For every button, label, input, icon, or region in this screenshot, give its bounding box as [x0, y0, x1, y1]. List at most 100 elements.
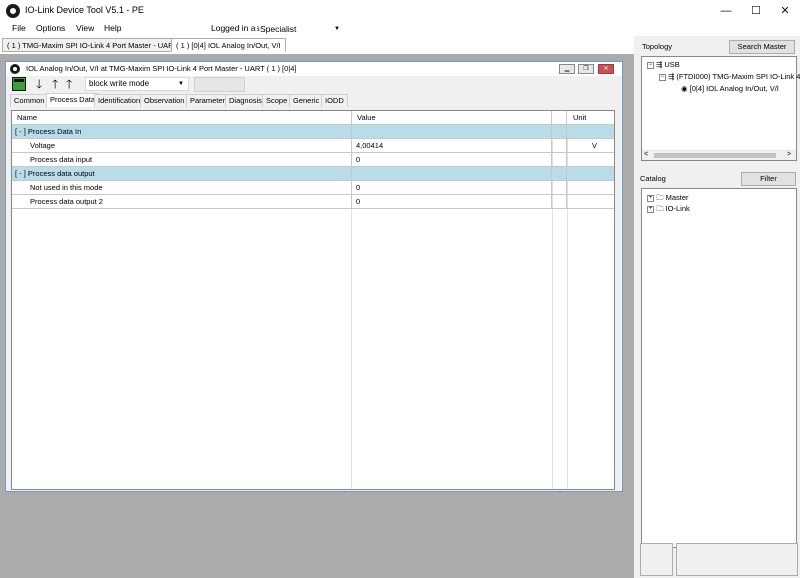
tab-process-data[interactable]: Process Data: [46, 93, 100, 107]
bottom-right-pane: [676, 543, 798, 576]
cell-unit: [567, 153, 614, 166]
scrollbar-thumb[interactable]: [654, 153, 776, 158]
group-row[interactable]: [ - ] Process Data In: [12, 125, 614, 139]
title-bar: IO-Link Device Tool V5.1 - PE — ☐ ✕: [0, 0, 800, 22]
grid-header: Name Value Unit: [12, 111, 614, 125]
tree-node-usb[interactable]: − ⇶ USB: [647, 60, 680, 69]
device-window-title: IOL Analog In/Out, V/I at TMG-Maxim SPI …: [26, 64, 297, 73]
catalog-label: Catalog: [640, 174, 666, 183]
column-header-spacer: [552, 111, 567, 124]
device-icon: ◉: [681, 84, 688, 93]
tree-node-master[interactable]: − ⇶ (FTDI000) TMG-Maxim SPI IO-Link 4: [659, 72, 800, 81]
expand-icon[interactable]: +: [647, 194, 654, 202]
scroll-left-icon[interactable]: <: [644, 151, 648, 158]
collapse-icon[interactable]: −: [659, 73, 666, 81]
tab-observation[interactable]: Observation: [140, 94, 189, 107]
cell-unit: [567, 167, 614, 180]
menu-view[interactable]: View: [76, 23, 94, 33]
write-mode-select[interactable]: block write mode ▼: [85, 77, 189, 91]
cell-spacer: [552, 139, 567, 152]
doc-tab-device[interactable]: ( 1 ) [0|4] IOL Analog In/Out, V/I: [171, 38, 286, 52]
horizontal-scrollbar[interactable]: < >: [642, 150, 796, 160]
table-row: Not used in this mode 0: [12, 181, 614, 195]
catalog-node-iolink[interactable]: + 🗀 IO-Link: [647, 203, 690, 216]
tree-node-label: IO-Link: [665, 204, 690, 213]
child-close-button[interactable]: ✕: [598, 64, 614, 74]
tree-node-label: (FTDI000) TMG-Maxim SPI IO-Link 4: [676, 72, 800, 81]
cell-spacer: [552, 153, 567, 166]
usb-icon: ⇶: [656, 60, 663, 69]
catalog-tree: + 🗀 Master + 🗀 IO-Link: [641, 188, 797, 548]
menu-options[interactable]: Options: [36, 23, 65, 33]
tab-identification[interactable]: Identification: [94, 94, 145, 107]
tree-node-label: USB: [664, 60, 680, 69]
cell-spacer: [552, 125, 567, 138]
topology-tree: − ⇶ USB − ⇶ (FTDI000) TMG-Maxim SPI IO-Lin…: [641, 56, 800, 161]
device-window: IOL Analog In/Out, V/I at TMG-Maxim SPI …: [5, 61, 623, 492]
collapse-icon[interactable]: −: [647, 61, 654, 69]
toolbar-blank-field: [194, 77, 245, 92]
child-minimize-button[interactable]: ▁: [559, 64, 575, 74]
topology-label: Topology: [642, 42, 673, 51]
table-row: Process data input 0: [12, 153, 614, 167]
column-header-unit[interactable]: Unit: [567, 111, 614, 124]
tab-scope[interactable]: Scope: [262, 94, 292, 107]
tab-parameter[interactable]: Parameter: [186, 94, 230, 107]
minimize-button[interactable]: —: [711, 0, 741, 22]
group-row[interactable]: [ - ] Process data output: [12, 167, 614, 181]
write-mode-value: block write mode: [89, 79, 150, 88]
doc-tab-master[interactable]: ( 1 ) TMG-Maxim SPI IO-Link 4 Port Maste…: [2, 38, 183, 52]
cell-spacer: [552, 181, 567, 194]
group-label[interactable]: [ - ] Process Data In: [12, 125, 352, 138]
cell-name: Not used in this mode: [12, 181, 352, 194]
column-header-value[interactable]: Value: [352, 111, 552, 124]
cell-name: Process data input: [12, 153, 352, 166]
tab-diagnosis[interactable]: Diagnosis: [225, 94, 266, 107]
login-value: Specialist: [260, 24, 297, 34]
maximize-button[interactable]: ☐: [741, 0, 771, 22]
tree-node-label: Master: [665, 193, 689, 202]
menu-file[interactable]: File: [12, 23, 26, 33]
filter-button[interactable]: Filter: [741, 172, 796, 186]
tab-iodd[interactable]: IODD: [321, 94, 348, 107]
tab-generic[interactable]: Generic: [289, 94, 324, 107]
cell-value: [352, 125, 552, 138]
device-icon: [10, 64, 20, 74]
tab-common[interactable]: Common: [10, 94, 49, 107]
bottom-left-pane: [640, 543, 673, 576]
usb-icon: ⇶: [668, 72, 675, 81]
login-select[interactable]: Specialist ▼: [256, 22, 344, 36]
chevron-down-icon: ▼: [334, 26, 340, 32]
device-toolbar: 🡓 🡑 🡑 block write mode ▼: [6, 76, 622, 94]
login-label: Logged in as: [211, 23, 260, 33]
cell-name: Voltage: [12, 139, 352, 152]
write-all-icon[interactable]: 🡑: [66, 77, 72, 91]
cell-value[interactable]: 4,00414: [352, 139, 552, 152]
tree-node-label: [0|4] IOL Analog In/Out, V/I: [689, 84, 779, 93]
menu-help[interactable]: Help: [104, 23, 121, 33]
cell-value[interactable]: 0: [352, 153, 552, 166]
cell-unit: V: [592, 141, 598, 150]
column-header-name[interactable]: Name: [12, 111, 352, 124]
group-label[interactable]: [ - ] Process data output: [12, 167, 352, 180]
cell-value[interactable]: 0: [352, 195, 552, 208]
close-button[interactable]: ✕: [770, 0, 800, 22]
table-row: Process data output 2 0: [12, 195, 614, 209]
app-logo-icon: [6, 4, 20, 18]
device-status-icon[interactable]: [12, 77, 26, 91]
cell-spacer: [552, 195, 567, 208]
folder-icon: 🗀: [656, 204, 664, 213]
search-master-button[interactable]: Search Master: [729, 40, 795, 54]
write-up-arrow-icon[interactable]: 🡑: [52, 77, 58, 91]
cell-value[interactable]: 0: [352, 181, 552, 194]
child-restore-button[interactable]: ❐: [578, 64, 594, 74]
tree-node-device[interactable]: ◉ [0|4] IOL Analog In/Out, V/I: [681, 84, 779, 93]
process-data-grid: Name Value Unit [ - ] Process Data In Vo…: [11, 110, 615, 490]
device-tabs: Common Process Data Identification Obser…: [6, 93, 622, 107]
scroll-right-icon[interactable]: >: [787, 151, 791, 158]
cell-unit: [567, 195, 614, 208]
right-sidebar: Topology Search Master − ⇶ USB − ⇶ (FTDI00…: [634, 36, 800, 578]
expand-icon[interactable]: +: [647, 205, 654, 213]
read-down-arrow-icon[interactable]: 🡓: [36, 77, 42, 91]
device-window-titlebar: IOL Analog In/Out, V/I at TMG-Maxim SPI …: [6, 62, 622, 76]
